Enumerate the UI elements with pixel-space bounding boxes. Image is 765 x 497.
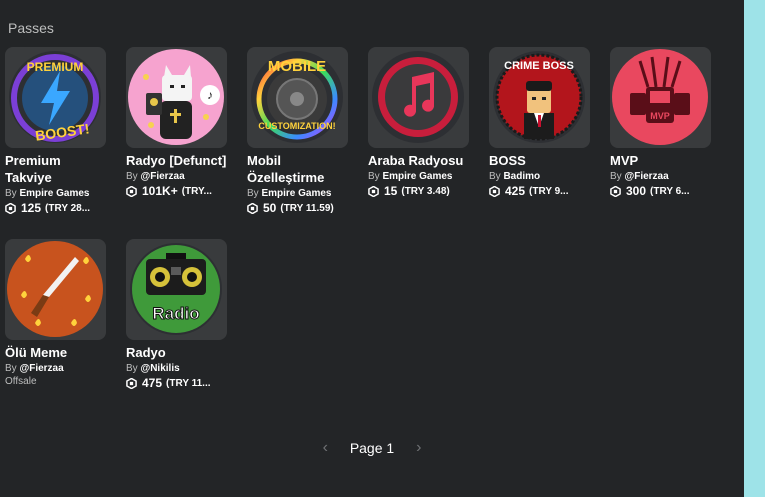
svg-text:MOBILE: MOBILE bbox=[268, 58, 326, 75]
tire-icon: MOBILE CUSTOMIZATION! bbox=[251, 51, 343, 143]
knife-icon bbox=[7, 241, 103, 337]
cat-radio-icon: ♪ bbox=[128, 49, 224, 145]
pass-card[interactable]: Araba Radyosu By Empire Games 15 (TRY 3.4… bbox=[368, 47, 469, 198]
robux-icon bbox=[5, 202, 16, 214]
pass-thumbnail[interactable]: MOBILE CUSTOMIZATION! bbox=[247, 47, 348, 148]
pass-price: 101K+ (TRY... bbox=[126, 184, 227, 198]
robux-icon bbox=[247, 202, 258, 214]
chevron-left-icon[interactable]: ‹ bbox=[305, 439, 346, 457]
svg-text:CRIME BOSS: CRIME BOSS bbox=[504, 60, 574, 72]
pass-card[interactable]: MVP MVP By @Fierzaa 300 (TRY 6... bbox=[610, 47, 711, 198]
creator-link[interactable]: @Fierzaa bbox=[19, 363, 63, 374]
pass-name[interactable]: Radyo bbox=[126, 344, 227, 361]
crime-boss-icon: CRIME BOSS bbox=[493, 51, 585, 143]
pass-price: 15 (TRY 3.48) bbox=[368, 184, 469, 198]
pass-name[interactable]: Araba Radyosu bbox=[368, 152, 469, 169]
pass-thumbnail[interactable]: ♪ bbox=[126, 47, 227, 148]
svg-text:MVP: MVP bbox=[650, 111, 670, 121]
pass-creator: By @Fierzaa bbox=[610, 171, 669, 182]
pass-thumbnail[interactable] bbox=[368, 47, 469, 148]
pass-price: 300 (TRY 6... bbox=[610, 184, 711, 198]
pass-name[interactable]: Mobil Özelleştirme bbox=[247, 152, 348, 186]
page-indicator: Page 1 bbox=[349, 440, 395, 457]
pass-name[interactable]: Premium Takviye bbox=[5, 152, 106, 186]
robux-icon bbox=[368, 185, 379, 197]
pass-price: 425 (TRY 9... bbox=[489, 184, 590, 198]
robux-icon bbox=[610, 185, 621, 197]
pass-thumbnail[interactable]: CRIME BOSS bbox=[489, 47, 590, 148]
pass-card[interactable]: MOBILE CUSTOMIZATION! Mobil Özelleştirme… bbox=[247, 47, 348, 215]
pass-price: 50 (TRY 11.59) bbox=[247, 201, 348, 215]
svg-text:CUSTOMIZATION!: CUSTOMIZATION! bbox=[258, 121, 335, 131]
pass-card[interactable]: ♪ Radyo [Defunct] By @Fierzaa 101K+ (TRY.… bbox=[126, 47, 227, 198]
pass-thumbnail[interactable]: MVP bbox=[610, 47, 711, 148]
pass-thumbnail[interactable]: PREMIUM BOOST! bbox=[5, 47, 106, 148]
pass-creator: By @Fierzaa bbox=[5, 363, 64, 374]
creator-link[interactable]: @Nikilis bbox=[140, 363, 179, 374]
right-edge-strip bbox=[744, 0, 765, 497]
pass-price: 125 (TRY 28... bbox=[5, 201, 106, 215]
pass-creator: By @Fierzaa bbox=[126, 171, 185, 182]
creator-link[interactable]: Empire Games bbox=[19, 188, 89, 199]
robux-icon bbox=[489, 185, 500, 197]
creator-link[interactable]: @Fierzaa bbox=[624, 171, 668, 182]
pass-name[interactable]: MVP bbox=[610, 152, 711, 169]
pass-card[interactable]: Radio Radyo By @Nikilis 475 (TRY 11... bbox=[126, 239, 227, 390]
creator-link[interactable]: Empire Games bbox=[382, 171, 452, 182]
mvp-badge-icon: MVP bbox=[612, 49, 708, 145]
creator-link[interactable]: Empire Games bbox=[261, 188, 331, 199]
lightning-icon: PREMIUM BOOST! bbox=[9, 51, 101, 144]
pass-creator: By Empire Games bbox=[5, 188, 90, 199]
creator-link[interactable]: Badimo bbox=[503, 171, 540, 182]
pass-price: 475 (TRY 11... bbox=[126, 376, 227, 390]
pass-thumbnail[interactable] bbox=[5, 239, 106, 340]
svg-text:♪: ♪ bbox=[207, 88, 213, 102]
chevron-right-icon[interactable]: › bbox=[398, 439, 439, 457]
pass-creator: By @Nikilis bbox=[126, 363, 180, 374]
robux-icon bbox=[126, 377, 137, 389]
robux-icon bbox=[126, 185, 137, 197]
pass-creator: By Badimo bbox=[489, 171, 541, 182]
svg-text:Radio: Radio bbox=[152, 304, 199, 323]
section-title: Passes bbox=[8, 20, 54, 36]
pass-card[interactable]: CRIME BOSS BOSS By Badimo 425 (TRY 9... bbox=[489, 47, 590, 198]
pass-card[interactable]: Ölü Meme By @Fierzaa Offsale bbox=[5, 239, 106, 387]
offsale-label: Offsale bbox=[5, 376, 37, 387]
pass-name[interactable]: Ölü Meme bbox=[5, 344, 106, 361]
radio-icon: Radio bbox=[130, 243, 222, 335]
pass-card[interactable]: PREMIUM BOOST! Premium Takviye By Empire… bbox=[5, 47, 106, 215]
svg-text:PREMIUM: PREMIUM bbox=[27, 60, 84, 74]
pagination: ‹ Page 1 › bbox=[0, 439, 744, 457]
pass-creator: By Empire Games bbox=[247, 188, 332, 199]
pass-thumbnail[interactable]: Radio bbox=[126, 239, 227, 340]
creator-link[interactable]: @Fierzaa bbox=[140, 171, 184, 182]
pass-name[interactable]: BOSS bbox=[489, 152, 590, 169]
pass-creator: By Empire Games bbox=[368, 171, 453, 182]
pass-name[interactable]: Radyo [Defunct] bbox=[126, 152, 227, 169]
music-note-icon bbox=[372, 51, 464, 143]
